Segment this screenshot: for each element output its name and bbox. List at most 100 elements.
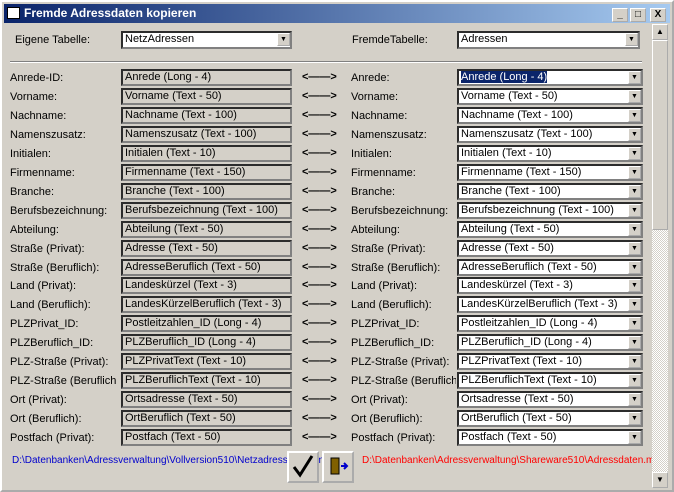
foreign-field-combo[interactable]: PLZBeruflichText (Text - 10) ▼ xyxy=(457,372,643,390)
foreign-field-combo[interactable]: Firmenname (Text - 150) ▼ xyxy=(457,163,643,181)
foreign-field-value: Adresse (Text - 50) xyxy=(461,241,554,254)
own-field: Anrede (Long - 4) xyxy=(121,69,292,86)
foreign-row-label: Branche: xyxy=(351,185,396,198)
chevron-down-icon[interactable]: ▼ xyxy=(628,203,641,217)
chevron-down-icon[interactable]: ▼ xyxy=(628,393,641,407)
own-field: AdresseBeruflich (Text - 50) xyxy=(121,258,292,276)
chevron-down-icon[interactable]: ▼ xyxy=(628,431,641,445)
foreign-field-combo[interactable]: Postleitzahlen_ID (Long - 4) ▼ xyxy=(457,315,643,333)
mapping-arrow-icon: <——> xyxy=(302,241,337,254)
foreign-field-value: PLZBeruflich_ID (Long - 4) xyxy=(461,336,592,349)
ok-button[interactable] xyxy=(287,451,319,483)
scroll-thumb[interactable] xyxy=(652,40,668,230)
foreign-field-combo[interactable]: Branche (Text - 100) ▼ xyxy=(457,182,643,200)
foreign-field-value: Postleitzahlen_ID (Long - 4) xyxy=(461,317,598,330)
own-field: PLZBeruflichText (Text - 10) xyxy=(121,372,292,390)
chevron-down-icon[interactable]: ▼ xyxy=(628,374,641,388)
chevron-down-icon[interactable]: ▼ xyxy=(628,260,641,274)
row-label: Abteilung: xyxy=(10,223,59,236)
chevron-down-icon[interactable]: ▼ xyxy=(628,336,641,350)
foreign-field-combo[interactable]: Ortsadresse (Text - 50) ▼ xyxy=(457,391,643,409)
foreign-field-value: Vorname (Text - 50) xyxy=(461,89,558,102)
foreign-field-combo[interactable]: Anrede (Long - 4) ▼ xyxy=(457,69,643,86)
foreign-table-label: FremdeTabelle: xyxy=(352,34,428,46)
foreign-field-combo[interactable]: Postfach (Text - 50) ▼ xyxy=(457,429,643,447)
foreign-field-combo[interactable]: Abteilung (Text - 50) ▼ xyxy=(457,220,643,238)
foreign-field-combo[interactable]: PLZBeruflich_ID (Long - 4) ▼ xyxy=(457,334,643,352)
mapping-arrow-icon: <——> xyxy=(302,336,337,349)
mapping-arrow-icon: <——> xyxy=(302,298,337,311)
own-field: Initialen (Text - 10) xyxy=(121,144,292,162)
foreign-field-combo[interactable]: Landeskürzel (Text - 3) ▼ xyxy=(457,277,643,295)
chevron-down-icon[interactable]: ▼ xyxy=(628,165,641,179)
foreign-field-value: Berufsbezeichnung (Text - 100) xyxy=(461,203,614,216)
mapping-arrow-icon: <——> xyxy=(302,260,337,273)
chevron-down-icon[interactable]: ▼ xyxy=(628,241,641,255)
foreign-row-label: Straße (Privat): xyxy=(351,242,426,255)
row-label: PLZBeruflich_ID: xyxy=(10,337,94,350)
foreign-field-value: Postfach (Text - 50) xyxy=(461,431,557,444)
chevron-down-icon[interactable]: ▼ xyxy=(628,355,641,369)
foreign-field-combo[interactable]: Adresse (Text - 50) ▼ xyxy=(457,239,643,257)
chevron-down-icon[interactable]: ▼ xyxy=(628,298,641,312)
foreign-field-combo[interactable]: Initialen (Text - 10) ▼ xyxy=(457,144,643,162)
foreign-row-label: Berufsbezeichnung: xyxy=(351,204,449,217)
row-label: Ort (Beruflich): xyxy=(10,413,82,426)
row-label: Land (Beruflich): xyxy=(10,299,91,312)
foreign-field-combo[interactable]: Vorname (Text - 50) ▼ xyxy=(457,87,643,105)
foreign-field-combo[interactable]: Namenszusatz (Text - 100) ▼ xyxy=(457,125,643,143)
foreign-db-path: D:\Datenbanken\Adressverwaltung\Sharewar… xyxy=(362,455,666,466)
chevron-down-icon[interactable]: ▼ xyxy=(628,71,641,84)
foreign-row-label: PLZBeruflich_ID: xyxy=(351,337,435,350)
foreign-row-label: Nachname: xyxy=(351,109,408,122)
divider xyxy=(10,61,642,63)
minimize-button[interactable]: _ xyxy=(612,8,628,22)
chevron-down-icon[interactable]: ▼ xyxy=(628,89,641,103)
foreign-row-label: PLZPrivat_ID: xyxy=(351,318,420,331)
own-field: OrtBeruflich (Text - 50) xyxy=(121,410,292,428)
foreign-field-combo[interactable]: LandesKürzelBeruflich (Text - 3) ▼ xyxy=(457,296,643,314)
chevron-down-icon[interactable]: ▼ xyxy=(277,33,290,46)
own-table-combo[interactable]: NetzAdressen ▼ xyxy=(121,31,292,49)
foreign-table-combo[interactable]: Adressen ▼ xyxy=(457,31,640,49)
chevron-down-icon[interactable]: ▼ xyxy=(628,184,641,198)
mapping-arrow-icon: <——> xyxy=(302,146,337,159)
exit-button[interactable] xyxy=(322,451,354,483)
row-label: Straße (Beruflich): xyxy=(10,261,100,274)
foreign-field-combo[interactable]: PLZPrivatText (Text - 10) ▼ xyxy=(457,353,643,371)
close-button[interactable]: X xyxy=(650,8,666,22)
row-label: Straße (Privat): xyxy=(10,242,85,255)
foreign-field-combo[interactable]: Berufsbezeichnung (Text - 100) ▼ xyxy=(457,201,643,219)
mapping-arrow-icon: <——> xyxy=(302,412,337,425)
chevron-down-icon[interactable]: ▼ xyxy=(628,412,641,426)
foreign-row-label: Vorname: xyxy=(351,90,399,103)
chevron-down-icon[interactable]: ▼ xyxy=(628,146,641,160)
foreign-field-value: Namenszusatz (Text - 100) xyxy=(461,127,593,140)
mapping-arrow-icon: <——> xyxy=(302,222,337,235)
foreign-field-combo[interactable]: OrtBeruflich (Text - 50) ▼ xyxy=(457,410,643,428)
scroll-up-button[interactable]: ▲ xyxy=(652,24,668,40)
row-label: PLZPrivat_ID: xyxy=(10,318,79,331)
maximize-button[interactable]: □ xyxy=(630,8,646,22)
own-field: Adresse (Text - 50) xyxy=(121,239,292,257)
foreign-field-combo[interactable]: AdresseBeruflich (Text - 50) ▼ xyxy=(457,258,643,276)
foreign-field-combo[interactable]: Nachname (Text - 100) ▼ xyxy=(457,106,643,124)
foreign-field-value: Firmenname (Text - 150) xyxy=(461,165,582,178)
own-db-path: D:\Datenbanken\Adressverwaltung\Vollvers… xyxy=(12,455,335,466)
scroll-down-button[interactable]: ▼ xyxy=(652,472,668,488)
foreign-row-label: Anrede: xyxy=(351,72,390,84)
vertical-scrollbar[interactable]: ▲ ▼ xyxy=(652,24,668,488)
foreign-field-value: Ortsadresse (Text - 50) xyxy=(461,393,574,406)
mapping-arrow-icon: <——> xyxy=(302,127,337,140)
foreign-row-label: PLZ-Straße (Beruflich xyxy=(351,375,456,388)
own-field: Ortsadresse (Text - 50) xyxy=(121,391,292,409)
chevron-down-icon[interactable]: ▼ xyxy=(625,33,638,46)
chevron-down-icon[interactable]: ▼ xyxy=(628,317,641,331)
chevron-down-icon[interactable]: ▼ xyxy=(628,222,641,236)
own-field: Berufsbezeichnung (Text - 100) xyxy=(121,201,292,219)
chevron-down-icon[interactable]: ▼ xyxy=(628,108,641,122)
chevron-down-icon[interactable]: ▼ xyxy=(628,279,641,293)
form-icon xyxy=(7,7,20,19)
own-field: PLZPrivatText (Text - 10) xyxy=(121,353,292,371)
chevron-down-icon[interactable]: ▼ xyxy=(628,127,641,141)
